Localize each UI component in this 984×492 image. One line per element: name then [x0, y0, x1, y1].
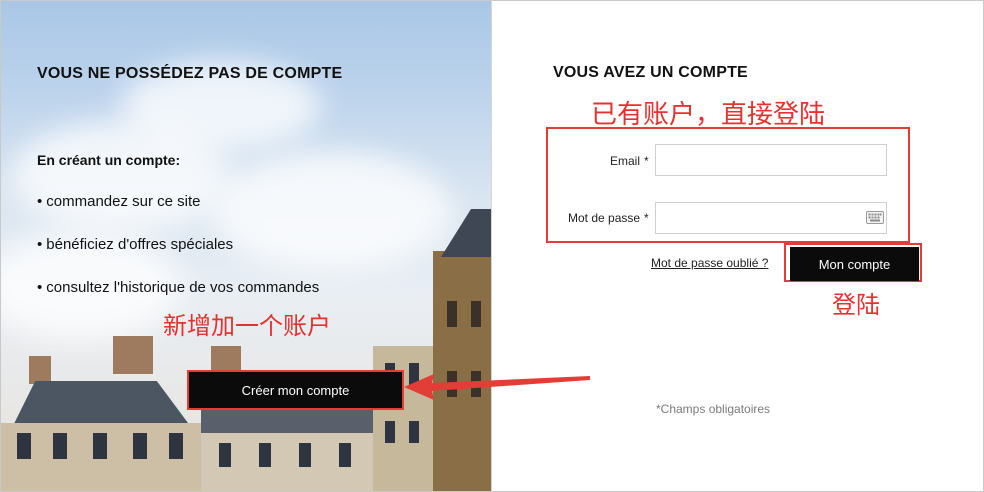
annotation-new-account: 新增加一个账户: [163, 312, 331, 340]
benefit-text: commandez sur ce site: [46, 193, 201, 210]
register-subtitle: En créant un compte:: [37, 152, 181, 168]
forgot-password-link[interactable]: Mot de passe oublié ?: [651, 256, 768, 270]
create-account-button[interactable]: Créer mon compte: [187, 370, 404, 410]
list-item: • commandez sur ce site: [37, 193, 319, 236]
keyboard-icon[interactable]: [866, 211, 884, 224]
panel-divider: [491, 0, 492, 492]
password-field[interactable]: [655, 202, 887, 234]
login-button[interactable]: Mon compte: [790, 247, 919, 281]
register-title: VOUS NE POSSÉDEZ PAS DE COMPTE: [37, 65, 343, 82]
register-panel: VOUS NE POSSÉDEZ PAS DE COMPTE En créant…: [1, 1, 491, 491]
login-title: VOUS AVEZ UN COMPTE: [553, 64, 748, 81]
bullet: •: [37, 193, 43, 210]
email-field[interactable]: [655, 144, 887, 176]
email-label-text: Email: [610, 154, 641, 168]
password-label-text: Mot de passe: [568, 211, 641, 225]
benefit-text: bénéficiez d'offres spéciales: [46, 236, 234, 253]
bullet: •: [37, 236, 43, 253]
annotation-existing-account: 已有账户，直接登陆: [591, 100, 826, 130]
password-label: Mot de passe *: [568, 211, 649, 225]
benefits-list: • commandez sur ce site • bénéficiez d'off…: [37, 193, 319, 322]
required-fields-note: *Champs obligatoires: [656, 402, 771, 416]
required-mark: *: [644, 154, 649, 168]
required-mark: *: [644, 211, 649, 225]
arrow-icon: [404, 374, 590, 400]
bullet: •: [37, 279, 43, 296]
email-label: Email *: [610, 154, 649, 168]
list-item: • bénéficiez d'offres spéciales: [37, 236, 319, 279]
annotation-login: 登陆: [832, 291, 880, 319]
benefit-text: consultez l'historique de vos commandes: [46, 279, 320, 296]
